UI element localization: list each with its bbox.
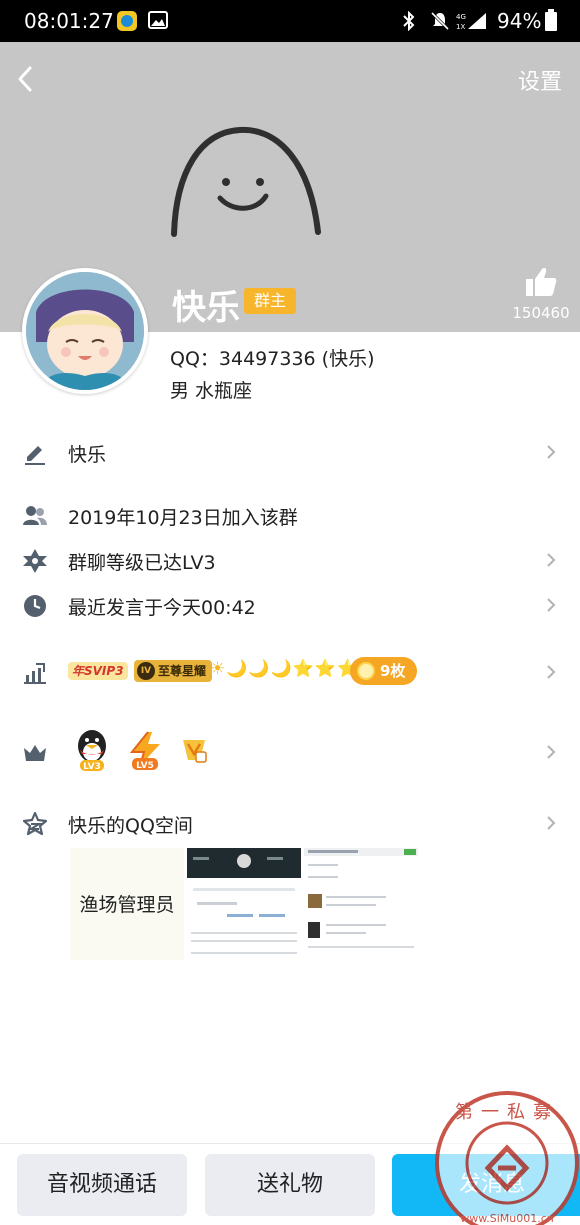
- send-gift-button[interactable]: 送礼物: [205, 1154, 375, 1216]
- thumbs-up-icon: [526, 268, 557, 296]
- watermark-text: 第一私募: [455, 1102, 559, 1123]
- star-glory-label: 至尊星耀: [158, 664, 207, 678]
- chevron-right-icon: [547, 665, 556, 679]
- qq-level-label: LV3: [83, 762, 101, 772]
- space-thumbnail-caption: 渔场管理员: [79, 894, 175, 916]
- space-thumbnail-screenshot-1[interactable]: [187, 848, 301, 960]
- space-thumbnail-screenshot-2[interactable]: [304, 848, 418, 960]
- watermark-stamp-image: 第一私募 www.SiMu001.cn: [435, 1091, 579, 1225]
- screenshot-thumbnail-image: [187, 848, 301, 954]
- qq-space-title: 快乐的QQ空间: [68, 815, 193, 837]
- signal-icon: 4G 1X: [456, 13, 486, 31]
- bluetooth-icon: [403, 11, 415, 31]
- gender-constellation: 男 水瓶座: [170, 380, 253, 402]
- group-owner-badge: 群主: [244, 288, 297, 314]
- chevron-right-icon: [547, 445, 556, 459]
- screenshot-thumbnail-image: [304, 848, 418, 948]
- qzone-star-icon: [22, 811, 48, 836]
- chevron-right-icon: [547, 816, 556, 830]
- avatar[interactable]: [22, 268, 148, 394]
- battery-icon: [545, 9, 557, 31]
- crown-icon: [24, 745, 46, 761]
- app-notification-icon: [117, 11, 137, 31]
- image-icon: [148, 11, 168, 29]
- row-qq-space[interactable]: 快乐的QQ空间: [0, 801, 580, 845]
- clock: 08:01:27: [24, 9, 114, 33]
- members-icon: [23, 506, 47, 525]
- growth-chart-icon: [24, 663, 46, 684]
- coin-count: 9枚: [380, 662, 406, 680]
- row-last-spoke[interactable]: 最近发言于今天00:42: [0, 583, 580, 627]
- chevron-right-icon: [547, 745, 556, 759]
- star-hexagram-icon: [23, 549, 47, 573]
- space-thumbnail-text[interactable]: 渔场管理员: [70, 848, 184, 960]
- chevron-right-icon: [547, 598, 556, 612]
- qq-number: QQ：34497336 (快乐): [170, 348, 375, 370]
- like-count: 150460: [512, 304, 570, 322]
- row-badges[interactable]: 年SVIP3 IV 至尊星耀 ☀🌙🌙🌙⭐⭐⭐ 9枚: [0, 650, 580, 694]
- vip-level-label: LV5: [136, 761, 154, 771]
- clock-icon: [24, 595, 46, 617]
- yearly-vip-icon: [183, 740, 207, 763]
- settings-button[interactable]: 设置: [518, 64, 562, 96]
- svg-text:1X: 1X: [456, 23, 465, 31]
- video-call-button[interactable]: 音视频通话: [17, 1154, 187, 1216]
- join-date: 2019年10月23日加入该群: [68, 507, 298, 529]
- last-spoke-time: 最近发言于今天00:42: [68, 597, 256, 619]
- star-emblem-icon: IV: [137, 662, 155, 680]
- row-group-nickname[interactable]: 快乐: [0, 430, 580, 474]
- star-glory-badge: IV 至尊星耀: [134, 660, 213, 682]
- group-nickname: 快乐: [68, 444, 107, 466]
- mute-icon: [430, 11, 450, 31]
- row-join-date: 2019年10月23日加入该群: [0, 493, 580, 537]
- qq-penguin-lv3-icon: LV3: [78, 730, 106, 772]
- anime-avatar-image: [26, 272, 144, 390]
- vip-lightning-lv5-icon: LV5: [129, 731, 160, 771]
- profile-name: 快乐: [172, 288, 240, 328]
- edit-pencil-icon: [25, 446, 45, 465]
- svip-badge: 年SVIP3: [68, 662, 128, 680]
- coin-icon: [357, 662, 375, 680]
- row-chat-level[interactable]: 群聊等级已达LV3: [0, 538, 580, 582]
- svg-text:4G: 4G: [456, 13, 466, 21]
- qq-level-icons: ☀🌙🌙🌙⭐⭐⭐: [210, 659, 360, 679]
- watermark-url: www.SiMu001.cn: [460, 1212, 554, 1225]
- battery-level: 94%: [497, 9, 542, 33]
- row-vip-icons[interactable]: LV3 LV5: [0, 728, 580, 776]
- back-arrow-icon[interactable]: [10, 62, 44, 96]
- chat-level: 群聊等级已达LV3: [68, 552, 216, 574]
- chevron-right-icon: [547, 553, 556, 567]
- status-bar: 08:01:27 4G 1X 94%: [0, 0, 580, 42]
- like-button[interactable]: 150460: [510, 266, 572, 322]
- ghost-doodle-image: [171, 126, 321, 237]
- coin-badge: 9枚: [350, 657, 418, 685]
